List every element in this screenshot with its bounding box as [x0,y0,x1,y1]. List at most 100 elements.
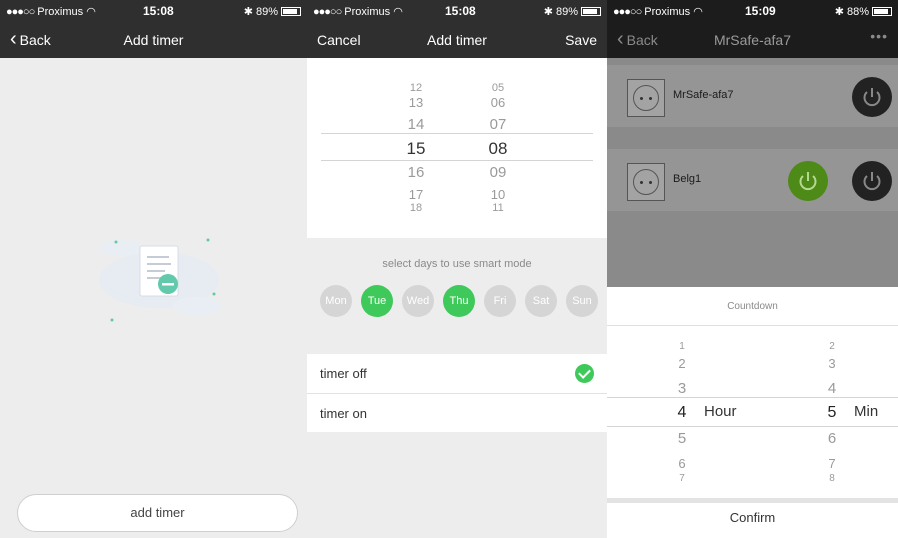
wheel-item: 12 [409,81,423,94]
countdown-title: Countdown [727,301,778,312]
battery-percent: 89% [555,5,578,18]
time-picker[interactable]: 12 13 14 15 16 17 18 05 06 07 08 09 10 11 [307,58,607,238]
power-icon [863,88,881,107]
wheel-item: 5 [677,429,687,447]
wheel-item: 4 [827,379,837,397]
wheel-item: 3 [828,355,836,371]
page-title: Add timer [123,32,184,48]
status-bar: ●●●○○ Proximus ◠ 15:09 ✱ 88% [607,0,898,22]
timer-off-option[interactable]: timer off [307,354,607,393]
wheel-item: 15 [406,138,426,158]
socket-icon [627,79,665,117]
empty-timer-illustration [99,238,221,322]
power-icon [863,172,881,191]
hour-wheel[interactable]: 12 13 14 15 16 17 18 [386,58,446,238]
power-icon [799,172,817,191]
add-timer-button[interactable]: add timer [17,494,298,532]
wheel-item: 09 [489,163,507,181]
wheel-item: 17 [408,186,424,202]
battery-icon [872,7,892,16]
minute-wheel[interactable]: 05 06 07 08 09 10 11 [468,58,528,238]
bluetooth-icon: ✱ [243,6,253,18]
status-time: 15:08 [445,4,476,18]
carrier-name: Proximus [37,6,84,18]
power-button[interactable] [852,161,892,201]
day-fri-button[interactable]: Fri [484,285,516,317]
battery-percent: 88% [846,5,869,18]
battery-icon [281,7,301,16]
status-bar: ●●●○○ Proximus ◠ 15:08 ✱ 89% [307,0,607,22]
wheel-item: 5 [827,404,837,421]
countdown-screen: ●●●○○ Proximus ◠ 15:09 ✱ 88% ‹ Back MrSa… [607,0,898,538]
wheel-item: 14 [407,115,425,133]
status-time: 15:09 [745,4,776,18]
wheel-item: 3 [677,379,687,397]
page-title: MrSafe-afa7 [713,32,792,48]
day-wed-button[interactable]: Wed [402,285,434,317]
wheel-item: 4 [677,404,687,421]
bluetooth-icon: ✱ [834,6,844,18]
day-mon-button[interactable]: Mon [320,285,352,317]
more-menu-icon[interactable]: ••• [870,28,888,44]
wheel-item: 06 [490,94,506,110]
device-name: Belg1 [673,173,702,185]
countdown-sheet: Countdown 1 2 3 4 5 6 7 2 3 4 5 6 7 8 Hour Min Confi… [607,287,898,538]
min-unit: Min [854,403,879,420]
countdown-power-button[interactable] [788,161,828,201]
wifi-icon: ◠ [393,6,403,18]
wheel-item: 07 [489,115,507,133]
days-label: select days to use smart mode [382,258,532,270]
option-label: timer off [320,366,367,381]
wheel-item: 7 [679,473,685,484]
device-name: MrSafe-afa7 [673,89,734,101]
bluetooth-icon: ✱ [543,6,553,18]
device-row[interactable]: MrSafe-afa7 [607,65,898,127]
day-thu-button[interactable]: Thu [443,285,475,317]
option-label: timer on [320,406,367,421]
wheel-item: 1 [679,341,685,352]
wheel-item: 8 [829,473,835,484]
day-selector: Mon Tue Wed Thu Fri Sat Sun [320,285,598,317]
nav-bar: Cancel Add timer Save [307,22,607,58]
confirm-button[interactable]: Confirm [607,510,898,525]
status-time: 15:08 [143,4,174,18]
wheel-item: 6 [827,429,837,447]
add-timer-empty-screen: ●●●○○ Proximus ◠ 15:08 ✱ 89% ‹ Back Add … [0,0,307,538]
hour-unit: Hour [704,403,737,420]
signal-icon: ●●●○○ [613,6,642,18]
wheel-item: 18 [409,201,423,214]
day-sun-button[interactable]: Sun [566,285,598,317]
wheel-item: 16 [407,163,425,181]
wheel-item: 11 [492,201,504,214]
wheel-item: 2 [678,355,686,371]
signal-icon: ●●●○○ [6,6,35,18]
timer-on-option[interactable]: timer on [307,393,607,432]
timer-options-list: timer off timer on [307,354,607,432]
add-timer-form-screen: ●●●○○ Proximus ◠ 15:08 ✱ 89% Cancel Add … [307,0,607,538]
check-icon [575,364,594,383]
battery-icon [581,7,601,16]
wheel-item: 05 [491,81,505,94]
nav-bar: ‹ Back MrSafe-afa7 ••• [607,22,898,58]
carrier-name: Proximus [644,6,691,18]
save-button[interactable]: Save [565,32,597,48]
page-title: Add timer [427,32,487,48]
carrier-name: Proximus [344,6,391,18]
day-sat-button[interactable]: Sat [525,285,557,317]
power-button[interactable] [852,77,892,117]
wifi-icon: ◠ [86,6,96,18]
day-tue-button[interactable]: Tue [361,285,393,317]
picker-selection-band [321,133,593,161]
battery-percent: 89% [255,5,278,18]
signal-icon: ●●●○○ [313,6,342,18]
wheel-item: 08 [488,138,508,158]
device-row[interactable]: Belg1 [607,149,898,211]
status-bar: ●●●○○ Proximus ◠ 15:08 ✱ 89% [0,0,307,22]
wheel-item: 7 [828,455,836,471]
wheel-item: 6 [678,455,686,471]
wheel-item: 10 [490,186,506,202]
wheel-item: 2 [829,341,835,352]
wifi-icon: ◠ [693,6,703,18]
wheel-item: 13 [408,94,424,110]
socket-icon [627,163,665,201]
